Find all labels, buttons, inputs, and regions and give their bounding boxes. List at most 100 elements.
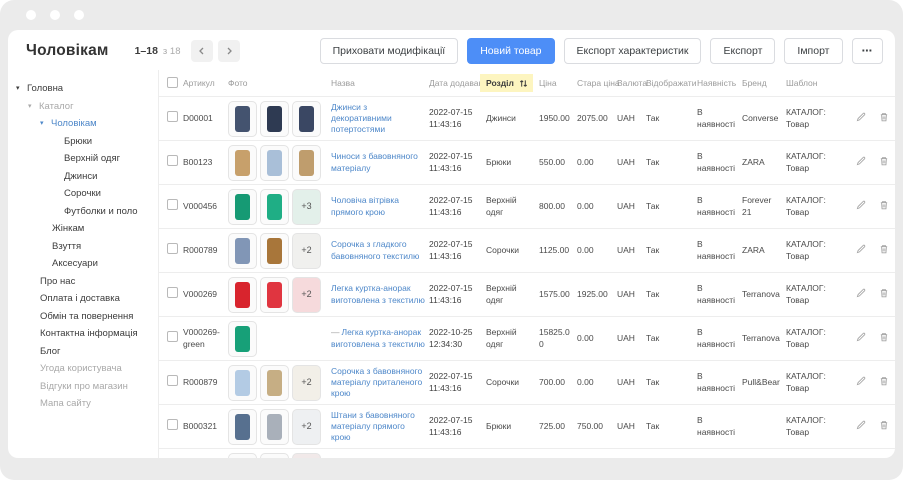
photo-more-badge[interactable]: +2 <box>292 277 321 313</box>
edit-icon[interactable] <box>855 287 867 302</box>
product-photo[interactable] <box>260 409 289 445</box>
product-name-link[interactable]: Сорочка з гладкого бавовняного текстилю <box>331 239 419 260</box>
row-checkbox[interactable] <box>167 199 178 210</box>
next-page-button[interactable] <box>218 40 240 62</box>
sidebar-item[interactable]: Футболки и поло <box>8 203 158 221</box>
row-checkbox[interactable] <box>167 375 178 386</box>
export-characteristics-button[interactable]: Експорт характеристик <box>564 38 702 64</box>
new-product-button[interactable]: Новий товар <box>467 38 554 64</box>
product-photo[interactable] <box>260 145 289 181</box>
hide-modifications-button[interactable]: Приховати модифікації <box>320 38 459 64</box>
product-name-link[interactable]: Штани з бавовняного матеріалу прямого кр… <box>331 410 415 442</box>
edit-icon[interactable] <box>855 331 867 346</box>
prev-page-button[interactable] <box>191 40 213 62</box>
row-checkbox[interactable] <box>167 243 178 254</box>
row-checkbox[interactable] <box>167 155 178 166</box>
sidebar-item[interactable]: Взуття <box>8 238 158 256</box>
row-checkbox[interactable] <box>167 419 178 430</box>
window-control-dot[interactable] <box>50 10 60 20</box>
product-photo[interactable] <box>228 321 257 357</box>
edit-icon[interactable] <box>855 199 867 214</box>
column-header-section[interactable]: Розділ <box>486 70 539 97</box>
column-header-name[interactable]: Назва <box>331 70 429 97</box>
delete-icon[interactable] <box>878 331 890 346</box>
edit-icon[interactable] <box>855 375 867 390</box>
product-photo[interactable] <box>260 233 289 269</box>
edit-icon[interactable] <box>855 419 867 434</box>
product-name-link[interactable]: Джинси з декоративними потертостями <box>331 102 392 134</box>
column-header-old-price[interactable]: Стара ціна <box>577 70 617 97</box>
edit-icon[interactable] <box>855 155 867 170</box>
sidebar-item[interactable]: Контактна інформація <box>8 325 158 343</box>
row-checkbox[interactable] <box>167 111 178 122</box>
sidebar-item[interactable]: Угода користувача <box>8 360 158 378</box>
product-photo[interactable] <box>228 233 257 269</box>
product-name-link[interactable]: Легка куртка-анорак виготовлена з тексти… <box>331 283 425 304</box>
sidebar-item[interactable]: Аксесуари <box>8 255 158 273</box>
photo-more-badge[interactable]: +2 <box>292 409 321 445</box>
product-name-link[interactable]: Чоловіча вітрівка прямого крою <box>331 195 399 216</box>
product-photo[interactable] <box>228 453 257 459</box>
sidebar-item[interactable]: Блог <box>8 343 158 361</box>
product-photo[interactable] <box>260 453 289 459</box>
export-button[interactable]: Експорт <box>710 38 775 64</box>
row-checkbox[interactable] <box>167 331 178 342</box>
sort-icon[interactable] <box>519 79 528 88</box>
photo-more-badge[interactable]: +2 <box>292 365 321 401</box>
delete-icon[interactable] <box>878 419 890 434</box>
product-name-link[interactable]: Сорочка з бавовняного матеріалу притален… <box>331 366 422 398</box>
delete-icon[interactable] <box>878 111 890 126</box>
product-photo[interactable] <box>292 101 321 137</box>
sidebar-item[interactable]: Джинси <box>8 168 158 186</box>
sidebar-item[interactable]: Мапа сайту <box>8 395 158 413</box>
sidebar-item[interactable]: ▾Чоловікам <box>8 115 158 133</box>
sidebar-item[interactable]: Обмін та повернення <box>8 308 158 326</box>
delete-icon[interactable] <box>878 375 890 390</box>
product-photo[interactable] <box>228 145 257 181</box>
sidebar-item[interactable]: Про нас <box>8 273 158 291</box>
column-header-price[interactable]: Ціна <box>539 70 577 97</box>
product-photo[interactable] <box>260 101 289 137</box>
sidebar-item[interactable]: Відгуки про магазин <box>8 378 158 396</box>
column-header-display[interactable]: Відображати <box>646 70 697 97</box>
sidebar-item[interactable]: Оплата і доставка <box>8 290 158 308</box>
sidebar-item[interactable]: ▾Головна <box>8 80 158 98</box>
photo-more-badge[interactable]: +2 <box>292 453 321 459</box>
product-photo[interactable] <box>228 277 257 313</box>
more-actions-button[interactable]: ⋯ <box>852 38 884 64</box>
photo-more-badge[interactable]: +3 <box>292 189 321 225</box>
column-header-availability[interactable]: Наявність <box>697 70 742 97</box>
sidebar-item[interactable]: Сорочки <box>8 185 158 203</box>
product-name-link[interactable]: Легка куртка-анорак виготовлена з тексти… <box>331 327 425 348</box>
delete-icon[interactable] <box>878 287 890 302</box>
product-photo[interactable] <box>228 189 257 225</box>
sidebar-item[interactable]: Брюки <box>8 133 158 151</box>
product-photo[interactable] <box>260 365 289 401</box>
product-photo[interactable] <box>228 101 257 137</box>
window-control-dot[interactable] <box>74 10 84 20</box>
edit-icon[interactable] <box>855 111 867 126</box>
product-photo[interactable] <box>228 365 257 401</box>
sidebar-item[interactable]: Верхній одяг <box>8 150 158 168</box>
edit-icon[interactable] <box>855 243 867 258</box>
column-header-currency[interactable]: Валюта <box>617 70 646 97</box>
delete-icon[interactable] <box>878 199 890 214</box>
product-name-link[interactable]: Чиноси з бавовняного матеріалу <box>331 151 418 172</box>
sidebar-item[interactable]: ▾Каталог <box>8 98 158 116</box>
product-photo[interactable] <box>228 409 257 445</box>
photo-more-badge[interactable]: +2 <box>292 233 321 269</box>
column-header-template[interactable]: Шаблон <box>786 70 846 97</box>
product-photo[interactable] <box>292 145 321 181</box>
column-header-date[interactable]: Дата додавання <box>429 70 486 97</box>
select-all-checkbox[interactable] <box>167 77 178 88</box>
window-control-dot[interactable] <box>26 10 36 20</box>
delete-icon[interactable] <box>878 155 890 170</box>
column-header-sku[interactable]: Артикул <box>183 70 228 97</box>
sidebar-item[interactable]: Жінкам <box>8 220 158 238</box>
delete-icon[interactable] <box>878 243 890 258</box>
column-header-photo[interactable]: Фото <box>228 70 331 97</box>
product-photo[interactable] <box>260 189 289 225</box>
column-header-brand[interactable]: Бренд <box>742 70 786 97</box>
import-button[interactable]: Імпорт <box>784 38 842 64</box>
row-checkbox[interactable] <box>167 287 178 298</box>
